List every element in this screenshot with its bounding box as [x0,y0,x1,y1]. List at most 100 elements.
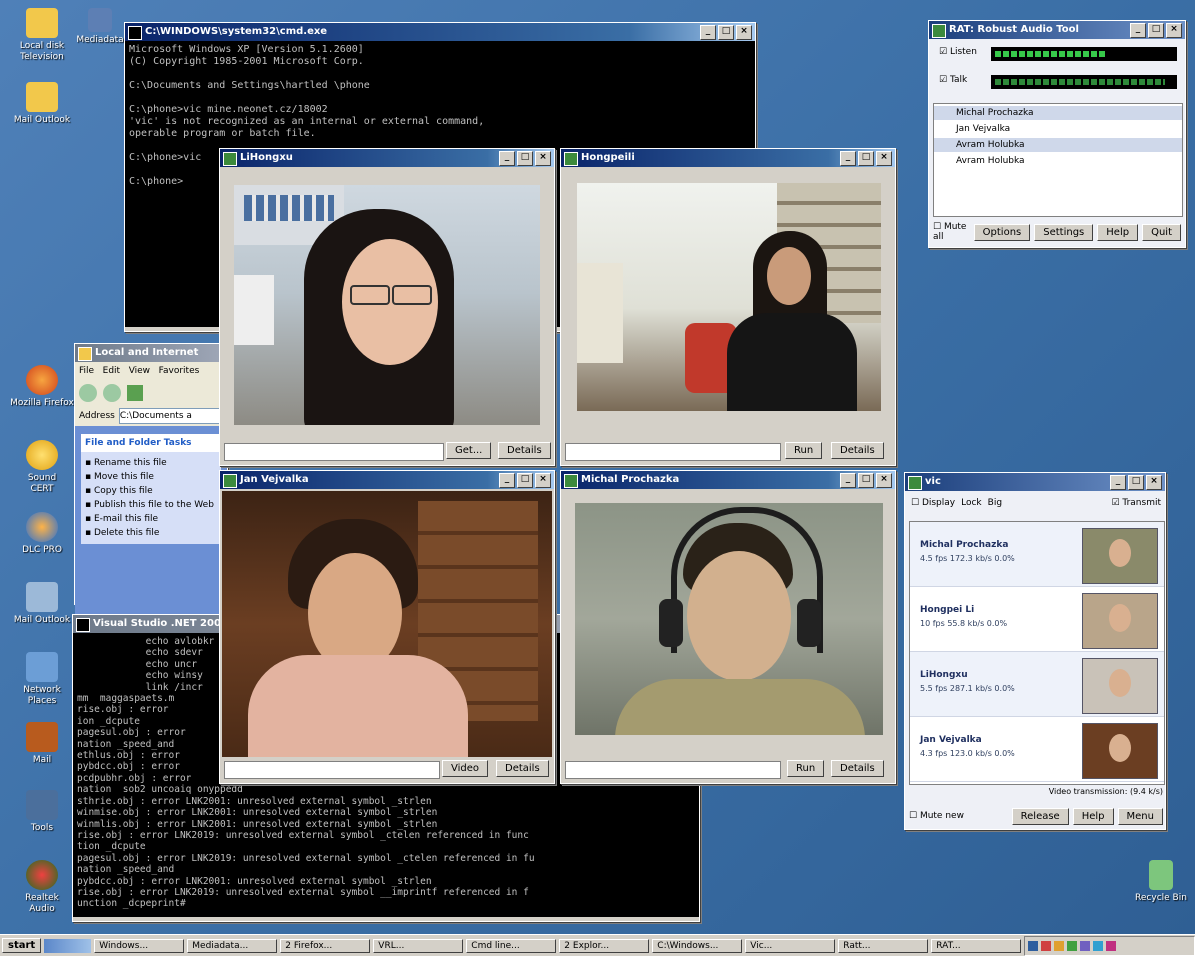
desktop-icon-dlc[interactable]: DLC PRO [0,512,84,556]
tray-app-icon[interactable] [1106,940,1117,951]
minimize-button[interactable]: _ [1110,475,1126,490]
task-link[interactable]: ▪ Rename this file [85,456,217,470]
video-action-button[interactable]: Video [442,760,489,777]
rat-participant[interactable]: Jan Vejvalka [934,122,1182,136]
video-window-lihongxu[interactable]: LiHongxu _ □ × Get... Details [219,148,555,466]
vic-participant-row[interactable]: LiHongxu 5.5 fps 287.1 kb/s 0.0% [910,652,1164,717]
rat-options-button[interactable]: Options [973,223,1031,241]
video-action-button[interactable]: Run [785,442,823,459]
vic-menu-button[interactable]: Menu [1117,807,1163,825]
explorer-window[interactable]: Local and Internet File Edit View Favori… [74,343,228,614]
video-titlebar[interactable]: Jan Vejvalka _ □ × [220,471,554,489]
video-titlebar[interactable]: LiHongxu _ □ × [220,149,554,167]
vic-participant-row[interactable]: Hongpei Li 10 fps 55.8 kb/s 0.0% [910,587,1164,652]
transmit-checkbox[interactable]: ☑ Transmit [1111,498,1161,508]
taskbar-button[interactable]: C:\Windows... [652,938,743,953]
desktop-icon-firefox[interactable]: Mozilla Firefox [0,365,84,409]
video-details-button[interactable]: Details [496,760,549,777]
maximize-button[interactable]: □ [718,25,734,40]
vic-titlebar[interactable]: vic _ □ × [905,473,1165,491]
lock-checkbox[interactable]: Lock [961,498,982,508]
forward-icon[interactable] [103,384,121,402]
taskbar-button[interactable]: Ratt... [838,938,929,953]
close-button[interactable]: × [535,473,551,488]
close-button[interactable]: × [876,473,892,488]
minimize-button[interactable]: _ [499,473,515,488]
close-button[interactable]: × [535,151,551,166]
rat-participant[interactable]: Michal Prochazka [934,106,1182,120]
maximize-button[interactable]: □ [858,151,874,166]
back-icon[interactable] [79,384,97,402]
video-titlebar[interactable]: Michal Prochazka _ □ × [561,471,895,489]
taskbar-button[interactable]: Vic... [745,938,836,953]
menu-edit[interactable]: Edit [103,366,120,376]
close-button[interactable]: × [1166,23,1182,38]
video-window-jan-vejvalka[interactable]: Jan Vejvalka _ □ × Video Details [219,470,555,784]
desktop-icon-mediadata[interactable]: Mediadata [70,8,130,46]
video-action-button[interactable]: Run [787,760,825,777]
taskbar-button[interactable]: Windows... [94,938,185,953]
vic-help-button[interactable]: Help [1072,807,1114,825]
task-link[interactable]: ▪ Delete this file [85,526,217,540]
maximize-button[interactable]: □ [858,473,874,488]
video-action-button[interactable]: Get... [446,442,492,459]
tray-app-icon[interactable] [1093,940,1104,951]
video-details-button[interactable]: Details [831,760,884,777]
task-link[interactable]: ▪ Move this file [85,470,217,484]
listen-checkbox[interactable]: ☑ Listen [939,47,977,57]
desktop-icon-recycle-bin[interactable]: Recycle Bin [1128,860,1194,904]
vic-window[interactable]: vic _ □ × ☐ Display Lock Big ☑ Transmit Mi… [904,472,1166,830]
video-feed-lihongxu[interactable] [234,185,540,425]
video-window-hongpeili[interactable]: Hongpeili _ □ × Run Details [560,148,896,466]
mute-new-checkbox[interactable]: ☐ Mute new [909,811,964,821]
talk-checkbox[interactable]: ☑ Talk [939,75,967,85]
minimize-button[interactable]: _ [1130,23,1146,38]
taskbar-button[interactable]: RAT... [931,938,1022,953]
task-link[interactable]: ▪ Copy this file [85,484,217,498]
desktop-icon-folder[interactable]: Mail Outlook [0,82,84,126]
video-details-button[interactable]: Details [498,442,551,459]
console-top-titlebar[interactable]: C:\WINDOWS\system32\cmd.exe _ □ × [125,23,755,41]
up-folder-icon[interactable] [127,385,143,401]
rat-window[interactable]: RAT: Robust Audio Tool _ □ × ☑ Listen ☑ Ta… [928,20,1186,248]
task-link[interactable]: ▪ E-mail this file [85,512,217,526]
video-feed-michal-prochazka[interactable] [575,503,883,735]
rat-participant-list[interactable]: Michal Prochazka Jan Vejvalka Avram Holubk… [933,103,1183,217]
video-feed-jan-vejvalka[interactable] [222,491,552,757]
explorer-titlebar[interactable]: Local and Internet [75,344,227,362]
maximize-button[interactable]: □ [1128,475,1144,490]
minimize-button[interactable]: _ [840,473,856,488]
quick-launch-icons[interactable] [44,938,92,953]
vic-participant-row[interactable]: Jan Vejvalka 4.3 fps 123.0 kb/s 0.0% [910,717,1164,782]
vic-release-button[interactable]: Release [1011,807,1069,825]
participant-thumbnail[interactable] [1082,723,1158,779]
task-link[interactable]: ▪ Publish this file to the Web [85,498,217,512]
tray-app-icon[interactable] [1067,940,1078,951]
menu-favorites[interactable]: Favorites [159,366,200,376]
maximize-button[interactable]: □ [1148,23,1164,38]
menu-view[interactable]: View [129,366,150,376]
taskbar-button[interactable]: VRL... [373,938,464,953]
menu-file[interactable]: File [79,366,94,376]
taskbar-button[interactable]: Cmd line... [466,938,557,953]
close-button[interactable]: × [736,25,752,40]
rat-participant[interactable]: Avram Holubka [934,154,1182,168]
vic-participant-row[interactable]: Michal Prochazka 4.5 fps 172.3 kb/s 0.0% [910,522,1164,587]
big-checkbox[interactable]: Big [988,498,1002,508]
video-window-michal-prochazka[interactable]: Michal Prochazka _ □ × Run Details [560,470,896,784]
desktop-icon-sound[interactable]: Sound CERT [0,440,84,495]
mute-all-checkbox[interactable]: ☐ Mute all [933,222,970,242]
participant-thumbnail[interactable] [1082,593,1158,649]
close-button[interactable]: × [876,151,892,166]
address-input[interactable]: C:\Documents a [118,408,227,424]
taskbar-button[interactable]: Mediadata... [187,938,278,953]
maximize-button[interactable]: □ [517,473,533,488]
participant-thumbnail[interactable] [1082,658,1158,714]
rat-participant[interactable]: Avram Holubka [934,138,1182,152]
video-titlebar[interactable]: Hongpeili _ □ × [561,149,895,167]
video-details-button[interactable]: Details [831,442,884,459]
tray-app-icon[interactable] [1080,940,1091,951]
display-checkbox[interactable]: ☐ Display [911,498,955,508]
tray-antivirus-icon[interactable] [1041,940,1052,951]
rat-settings-button[interactable]: Settings [1034,223,1094,241]
